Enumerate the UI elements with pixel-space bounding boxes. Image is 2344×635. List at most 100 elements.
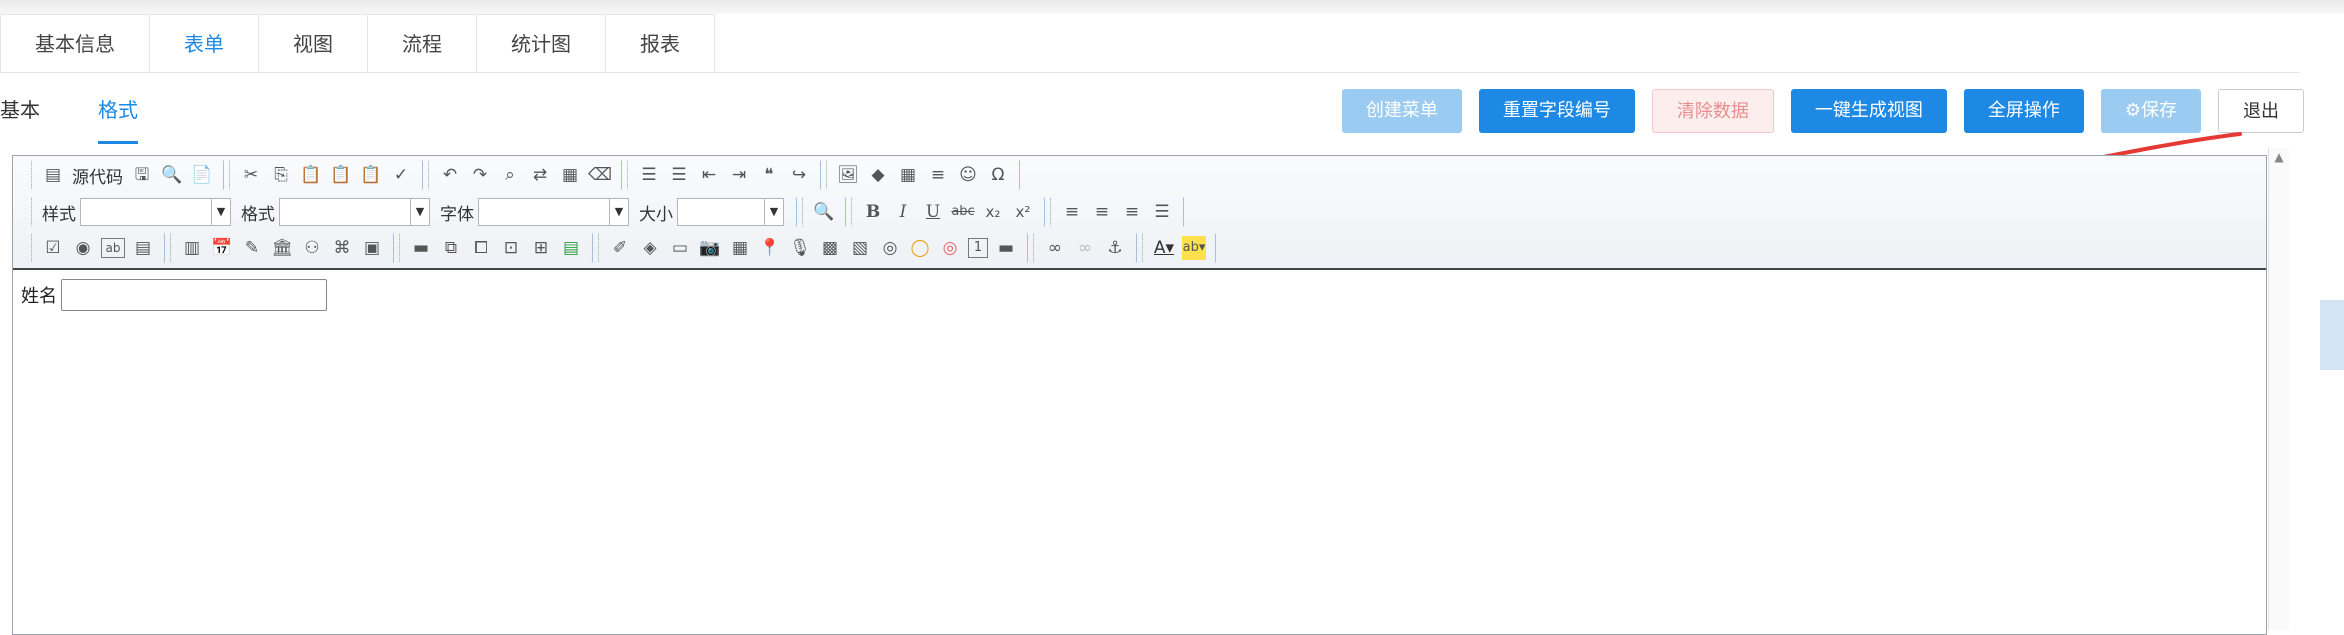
align-center-icon[interactable]: ≡	[1090, 200, 1114, 224]
create-menu-button[interactable]: 创建菜单	[1341, 89, 1462, 133]
chevron-down-icon[interactable]: ▼	[610, 198, 629, 226]
redo-icon[interactable]: ↷	[468, 163, 492, 187]
align-justify-icon[interactable]: ☰	[1150, 200, 1174, 224]
listbox-icon[interactable]: ▥	[180, 236, 204, 260]
numbered-list-icon[interactable]: ☰	[637, 163, 661, 187]
cut-icon[interactable]: ✂	[239, 163, 263, 187]
radio-icon[interactable]: ◉	[71, 236, 95, 260]
camera-icon[interactable]: 📷	[698, 236, 722, 260]
div-container-icon[interactable]: ↪	[787, 163, 811, 187]
qrcode-icon[interactable]: ▩	[818, 236, 842, 260]
style-select[interactable]: ▼	[80, 198, 231, 226]
find-icon[interactable]: ⌕	[498, 163, 522, 187]
popup-icon[interactable]: ⧠	[469, 236, 493, 260]
textarea-icon[interactable]: ▤	[131, 236, 155, 260]
smiley-icon[interactable]: ☺	[956, 163, 980, 187]
indent-icon[interactable]: ⇥	[727, 163, 751, 187]
map-icon[interactable]: 📍	[758, 236, 782, 260]
tab-view[interactable]: 视图	[258, 14, 368, 72]
bold-icon[interactable]: B	[861, 200, 885, 224]
save-doc-icon[interactable]: 🖫	[130, 163, 154, 187]
font-select[interactable]: ▼	[478, 198, 629, 226]
word-icon[interactable]: ▧	[848, 236, 872, 260]
align-right-icon[interactable]: ≡	[1120, 200, 1144, 224]
exit-button[interactable]: 退出	[2218, 89, 2304, 133]
user-select-icon[interactable]: ⚇	[300, 236, 324, 260]
tab-flow[interactable]: 流程	[367, 14, 477, 72]
web-icon[interactable]: ◎	[878, 236, 902, 260]
horizontal-rule-icon[interactable]: ≡	[926, 163, 950, 187]
select-all-icon[interactable]: ▦	[558, 163, 582, 187]
reset-field-number-button[interactable]: 重置字段编号	[1478, 89, 1635, 133]
vertical-scrollbar[interactable]: ▲	[2268, 148, 2289, 630]
microphone-icon[interactable]: 🎙	[788, 236, 812, 260]
flash-icon[interactable]: ◆	[866, 163, 890, 187]
paste-text-icon[interactable]: 📋	[329, 163, 353, 187]
strikethrough-icon[interactable]: abc	[951, 200, 975, 224]
bg-color-icon[interactable]: ab▾	[1182, 236, 1206, 260]
fullscreen-button[interactable]: 全屏操作	[1963, 89, 2084, 133]
tab-basic-info[interactable]: 基本信息	[0, 14, 150, 72]
textfield-icon[interactable]: ab	[101, 238, 125, 258]
hidden-field-icon[interactable]: ▬	[409, 236, 433, 260]
attachment-icon[interactable]: ✐	[608, 236, 632, 260]
superscript-icon[interactable]: x²	[1011, 200, 1035, 224]
list-view-icon[interactable]: ▤	[559, 236, 583, 260]
clear-data-button[interactable]: 清除数据	[1651, 89, 1774, 133]
copy-icon[interactable]: ⎘	[269, 163, 293, 187]
calendar-icon[interactable]: 📅	[210, 236, 234, 260]
department-icon[interactable]: 🏛	[270, 236, 294, 260]
format-select[interactable]: ▼	[279, 198, 430, 226]
chart-field-icon[interactable]: ▦	[728, 236, 752, 260]
anchor-icon[interactable]: ⚓	[1103, 236, 1127, 260]
image-icon[interactable]: 🖼	[836, 163, 860, 187]
align-left-icon[interactable]: ≡	[1060, 200, 1084, 224]
unlink-icon[interactable]: ∞	[1073, 236, 1097, 260]
separator-field-icon[interactable]: ▬	[994, 236, 1018, 260]
subscript-icon[interactable]: x₂	[981, 200, 1005, 224]
dialog-icon[interactable]: ▣	[360, 236, 384, 260]
special-char-icon[interactable]: Ω	[986, 163, 1010, 187]
link-icon[interactable]: ∞	[1043, 236, 1067, 260]
outdent-icon[interactable]: ⇤	[697, 163, 721, 187]
tab-chart[interactable]: 统计图	[476, 14, 606, 72]
checkbox-icon[interactable]: ☑	[41, 236, 65, 260]
scroll-up-icon[interactable]: ▲	[2269, 150, 2289, 164]
layers-icon[interactable]: ◈	[638, 236, 662, 260]
save-button[interactable]: ⚙保存	[2100, 89, 2201, 133]
generate-view-button[interactable]: 一键生成视图	[1790, 89, 1947, 133]
paste-icon[interactable]: 📋	[299, 163, 323, 187]
blockquote-icon[interactable]: ❝	[757, 163, 781, 187]
stamp-icon[interactable]: ◎	[938, 236, 962, 260]
size-select[interactable]: ▼	[677, 198, 784, 226]
bullet-list-icon[interactable]: ☰	[667, 163, 691, 187]
preview-icon[interactable]: 🔍	[160, 163, 184, 187]
side-panel-handle[interactable]	[2320, 300, 2344, 370]
image-field-icon[interactable]: ▭	[668, 236, 692, 260]
subtab-basic[interactable]: 基本	[0, 80, 40, 144]
org-icon[interactable]: ⌘	[330, 236, 354, 260]
table-icon[interactable]: ▦	[896, 163, 920, 187]
source-code-icon[interactable]: ▤	[41, 163, 65, 187]
text-color-icon[interactable]: A▾	[1152, 236, 1176, 260]
sub-form-icon[interactable]: ⧉	[439, 236, 463, 260]
underline-icon[interactable]: U	[921, 200, 945, 224]
name-input[interactable]	[61, 279, 327, 311]
macro-icon[interactable]: ✎	[240, 236, 264, 260]
maximize-icon[interactable]: 🔍	[812, 200, 836, 224]
calc-icon[interactable]: ⊞	[529, 236, 553, 260]
chevron-down-icon[interactable]: ▼	[765, 198, 784, 226]
replace-icon[interactable]: ⇄	[528, 163, 552, 187]
chevron-down-icon[interactable]: ▼	[212, 198, 231, 226]
spellcheck-icon[interactable]: ✓	[389, 163, 413, 187]
undo-icon[interactable]: ↶	[438, 163, 462, 187]
number-field-icon[interactable]: 1	[968, 238, 988, 258]
source-code-label[interactable]: 源代码	[72, 163, 123, 188]
tab-form[interactable]: 表单	[149, 14, 259, 72]
italic-icon[interactable]: I	[891, 200, 915, 224]
subtab-format[interactable]: 格式	[98, 80, 138, 144]
remove-format-icon[interactable]: ⌫	[588, 163, 612, 187]
tab-report[interactable]: 报表	[605, 14, 715, 72]
paste-word-icon[interactable]: 📋	[359, 163, 383, 187]
progress-circle-icon[interactable]: ◯	[908, 236, 932, 260]
